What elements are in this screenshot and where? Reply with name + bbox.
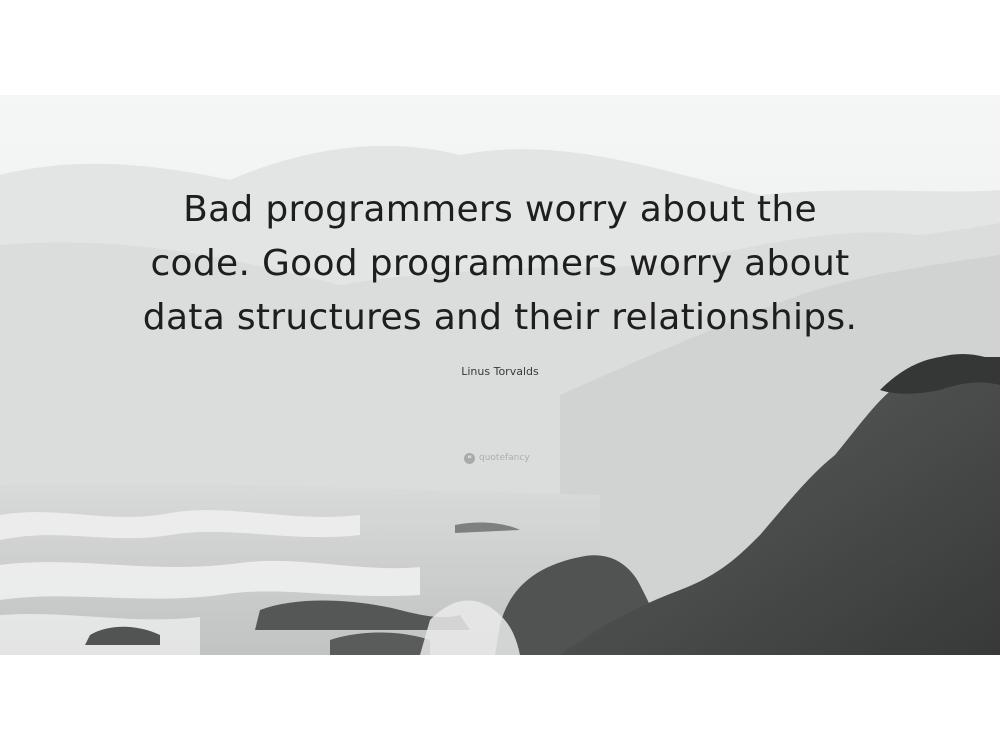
quote-text: Bad programmers worry about the code. Go… xyxy=(120,183,880,345)
page: Bad programmers worry about the code. Go… xyxy=(0,0,1000,750)
watermark-text: quotefancy xyxy=(479,453,530,463)
quote-line-3: data structures and their relationships. xyxy=(142,297,858,338)
watermark: ❝ quotefancy xyxy=(464,451,530,465)
quote-line-2: code. Good programmers worry about xyxy=(150,243,850,284)
quote-author: Linus Torvalds xyxy=(461,365,539,378)
quote-line-1: Bad programmers worry about the xyxy=(183,189,817,230)
quote-mark-icon: ❝ xyxy=(464,452,475,464)
